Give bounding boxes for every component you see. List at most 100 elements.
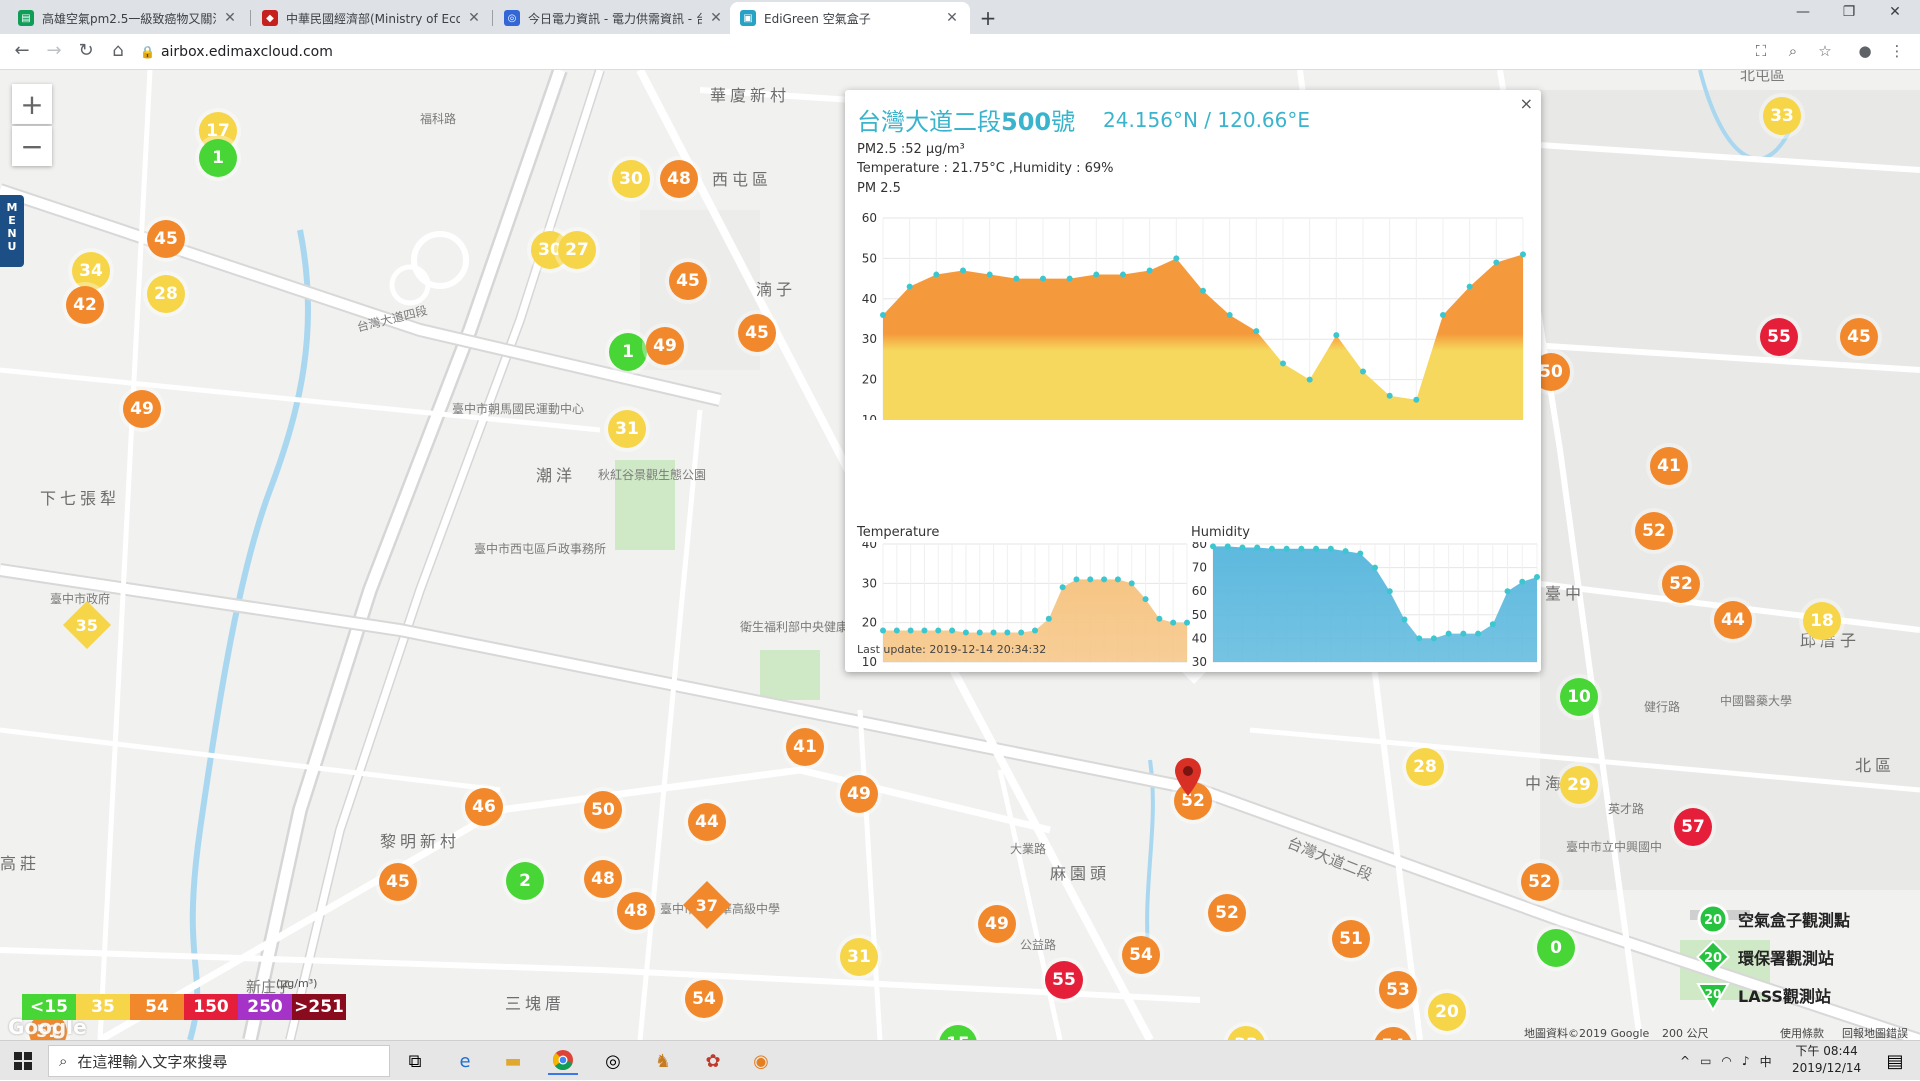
airbox-marker[interactable]: 41: [1650, 447, 1688, 485]
airbox-marker[interactable]: 49: [978, 905, 1016, 943]
forward-icon[interactable]: →: [42, 40, 66, 61]
legend-lass[interactable]: 20 LASS觀測站: [1696, 978, 1916, 1013]
browser-tab-2[interactable]: ◆ 中華民國經濟部(Ministry of Econ ✕: [252, 2, 492, 34]
airbox-marker[interactable]: 44: [1714, 601, 1752, 639]
airbox-marker[interactable]: 18: [1803, 602, 1841, 640]
airbox-marker[interactable]: 28: [1406, 748, 1444, 786]
airbox-marker[interactable]: 27: [558, 231, 596, 269]
volume-icon[interactable]: ♪: [1742, 1054, 1750, 1068]
airbox-marker[interactable]: 2: [506, 862, 544, 900]
edge-browser-icon[interactable]: e: [450, 1047, 480, 1075]
airbox-marker[interactable]: 45: [738, 314, 776, 352]
address-bar[interactable]: 🔒 airbox.edimaxcloud.com: [140, 38, 1780, 66]
system-tray: ^ ▭ ◠ ♪ 中: [1680, 1041, 1772, 1081]
airbox-marker[interactable]: 44: [688, 803, 726, 841]
airbox-marker[interactable]: 48: [584, 860, 622, 898]
ime-indicator[interactable]: 中: [1760, 1053, 1772, 1070]
airbox-marker[interactable]: 45: [669, 262, 707, 300]
airbox-marker[interactable]: 54: [685, 980, 723, 1018]
restore-icon[interactable]: ❐: [1826, 4, 1872, 20]
airbox-marker[interactable]: 45: [147, 220, 185, 258]
airbox-marker[interactable]: 54: [1122, 936, 1160, 974]
airbox-marker[interactable]: 49: [840, 775, 878, 813]
airbox-marker[interactable]: 48: [617, 892, 655, 930]
app-icon[interactable]: ♞: [648, 1047, 678, 1075]
place-label: 下七張犁: [40, 489, 121, 508]
taskbar-search-input[interactable]: ⌕ 在這裡輸入文字來搜尋: [48, 1045, 390, 1077]
airbox-marker[interactable]: 52: [1662, 565, 1700, 603]
airbox-marker[interactable]: 29: [1560, 766, 1598, 804]
browser-toolbar: ← → ↻ ⌂ 🔒 airbox.edimaxcloud.com ⛶ ⌕ ☆ ●…: [0, 34, 1920, 70]
airbox-marker[interactable]: 52: [1635, 512, 1673, 550]
browser-tab-1[interactable]: ▤ 高雄空氣pm2.5一級致癌物又關注 ✕: [8, 2, 248, 34]
airbox-marker[interactable]: 1: [609, 333, 647, 371]
app-icon[interactable]: ◎: [598, 1047, 628, 1075]
report-error-link[interactable]: 回報地圖錯誤: [1842, 1025, 1908, 1041]
tab-close-icon[interactable]: ✕: [944, 10, 960, 26]
airbox-marker[interactable]: 52: [1208, 894, 1246, 932]
airbox-marker[interactable]: 28: [147, 275, 185, 313]
more-menu-icon[interactable]: ⋮: [1886, 42, 1908, 60]
airbox-marker[interactable]: 50: [584, 791, 622, 829]
airbox-marker[interactable]: 48: [660, 160, 698, 198]
zoom-page-icon[interactable]: ⌕: [1782, 42, 1804, 60]
map-scale[interactable]: 200 公尺: [1662, 1025, 1709, 1041]
airbox-marker[interactable]: 42: [66, 286, 104, 324]
blender-icon[interactable]: ◉: [746, 1047, 776, 1075]
task-view-icon[interactable]: ⧉: [400, 1047, 430, 1075]
airbox-marker[interactable]: 31: [608, 410, 646, 448]
zoom-out-button[interactable]: −: [12, 126, 52, 166]
airbox-marker[interactable]: 57: [1674, 808, 1712, 846]
pm25-chart: 10203040506020000408121620: [862, 211, 1526, 420]
tray-chevron-icon[interactable]: ^: [1680, 1054, 1690, 1068]
close-window-icon[interactable]: ✕: [1872, 4, 1918, 20]
airbox-marker[interactable]: 45: [1840, 318, 1878, 356]
legend-airbox[interactable]: 20 空氣盒子觀測點: [1696, 902, 1916, 936]
airbox-marker[interactable]: 0: [1537, 929, 1575, 967]
airbox-marker[interactable]: 46: [465, 788, 503, 826]
airbox-marker[interactable]: 20: [1428, 993, 1466, 1031]
browser-tab-3[interactable]: ◎ 今日電力資訊 - 電力供需資訊 - 台 ✕: [494, 2, 734, 34]
back-icon[interactable]: ←: [10, 40, 34, 61]
translate-icon[interactable]: ⛶: [1750, 42, 1772, 60]
file-explorer-icon[interactable]: ▬: [498, 1047, 528, 1075]
airbox-marker[interactable]: 10: [1560, 678, 1598, 716]
taskbar-clock[interactable]: 下午 08:44 2019/12/14: [1792, 1043, 1861, 1077]
chrome-icon[interactable]: [548, 1047, 578, 1075]
airbox-marker[interactable]: 49: [646, 327, 684, 365]
battery-icon[interactable]: ▭: [1700, 1054, 1711, 1068]
airbox-marker[interactable]: 53: [1379, 971, 1417, 1009]
tab-close-icon[interactable]: ✕: [708, 10, 724, 26]
menu-side-tab[interactable]: MENU: [0, 195, 24, 267]
airbox-marker[interactable]: 30: [612, 160, 650, 198]
airbox-marker[interactable]: 55: [1760, 318, 1798, 356]
minimize-icon[interactable]: —: [1780, 4, 1826, 20]
zoom-in-button[interactable]: +: [12, 84, 52, 124]
airbox-marker[interactable]: 34: [72, 252, 110, 290]
selected-location-pin-icon[interactable]: [1175, 758, 1201, 798]
tab-close-icon[interactable]: ✕: [466, 10, 482, 26]
tab-close-icon[interactable]: ✕: [222, 10, 238, 26]
home-icon[interactable]: ⌂: [106, 40, 130, 61]
airbox-marker[interactable]: 52: [1521, 863, 1559, 901]
reload-icon[interactable]: ↻: [74, 40, 98, 61]
airbox-marker[interactable]: 55: [1045, 961, 1083, 999]
notification-icon[interactable]: ▤: [1880, 1047, 1910, 1075]
profile-icon[interactable]: ●: [1854, 42, 1876, 60]
windows-start-icon[interactable]: [8, 1047, 38, 1075]
app-icon[interactable]: ✿: [698, 1047, 728, 1075]
airbox-marker[interactable]: 33: [1763, 97, 1801, 135]
new-tab-button[interactable]: +: [976, 6, 1000, 30]
airbox-marker[interactable]: 41: [786, 728, 824, 766]
airbox-marker[interactable]: 1: [199, 139, 237, 177]
popup-close-icon[interactable]: ×: [1520, 94, 1533, 113]
bookmark-star-icon[interactable]: ☆: [1814, 42, 1836, 60]
legend-epa[interactable]: 20 環保署觀測站: [1696, 940, 1916, 974]
network-icon[interactable]: ◠: [1721, 1054, 1731, 1068]
browser-tab-4-active[interactable]: ▣ EdiGreen 空氣盒子 ✕: [730, 2, 970, 34]
airbox-marker[interactable]: 31: [840, 938, 878, 976]
airbox-marker[interactable]: 51: [1332, 920, 1370, 958]
airbox-marker[interactable]: 45: [379, 863, 417, 901]
airbox-marker[interactable]: 49: [123, 390, 161, 428]
terms-link[interactable]: 使用條款: [1780, 1025, 1824, 1041]
